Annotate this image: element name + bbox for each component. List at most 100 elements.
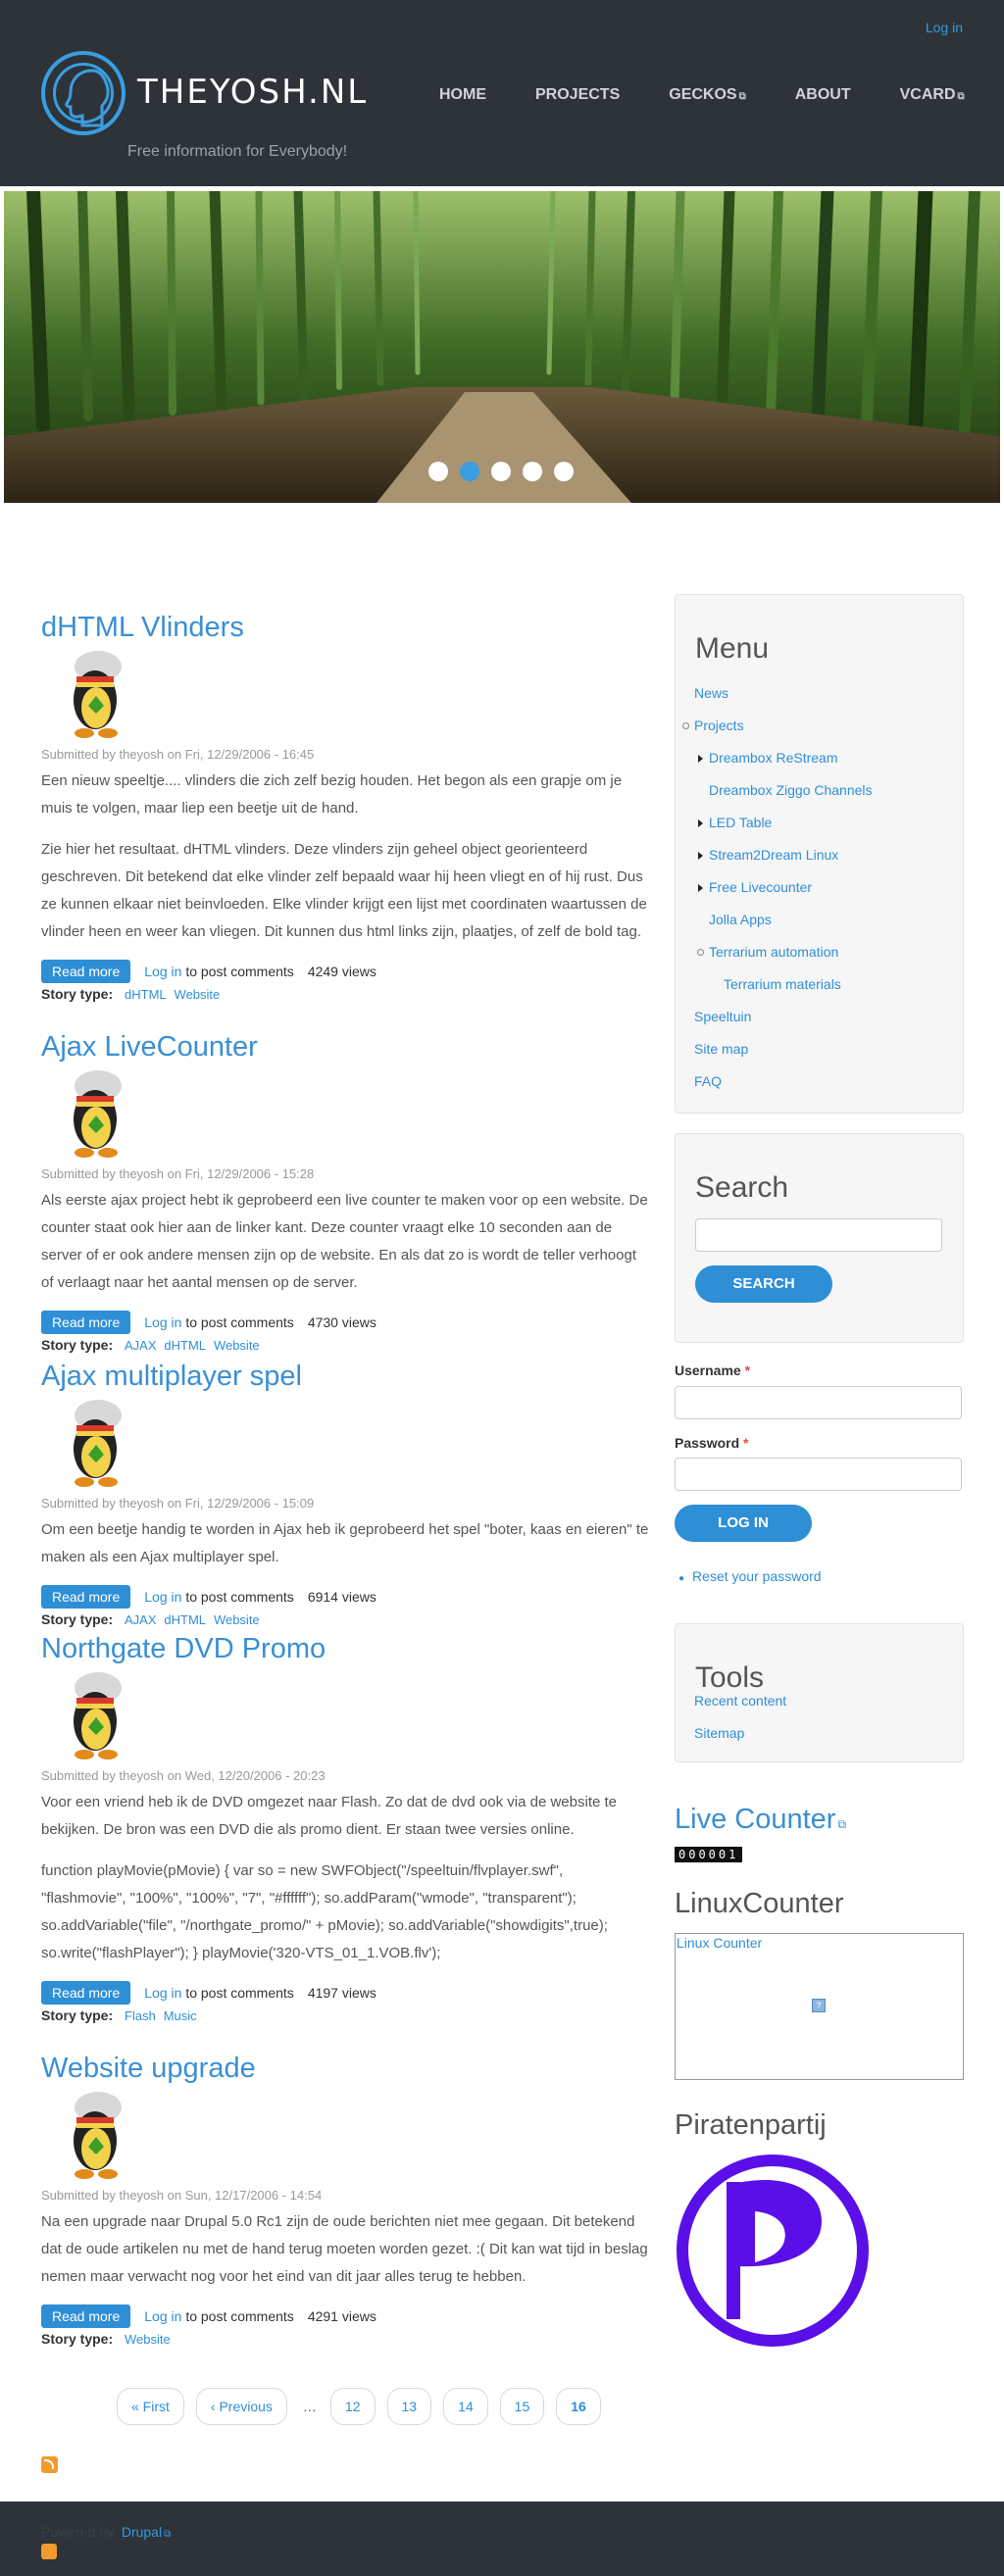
- menu-item-led-table[interactable]: LED Table: [697, 815, 772, 830]
- pager-page[interactable]: 12: [329, 2388, 376, 2425]
- view-count: 4730 views: [307, 1314, 376, 1330]
- nav-item-vcard[interactable]: VCARD ⧉: [900, 86, 965, 104]
- pager-first[interactable]: « First: [117, 2388, 184, 2425]
- nav-item-about[interactable]: ABOUT: [795, 86, 851, 104]
- nav-item-home[interactable]: HOME: [439, 86, 486, 104]
- view-count: 6914 views: [307, 1589, 376, 1605]
- tag-link[interactable]: AJAX: [125, 1612, 157, 1627]
- rss-feed-icon[interactable]: [41, 2456, 58, 2473]
- tux-avatar-icon: [74, 651, 122, 738]
- search-input[interactable]: [695, 1218, 942, 1252]
- tag-link[interactable]: Website: [125, 2332, 171, 2347]
- broken-image-icon: ?: [812, 1999, 826, 2012]
- drupal-link[interactable]: Drupal: [122, 2524, 162, 2540]
- comments-text: to post comments: [185, 964, 294, 979]
- main-navigation: HOME PROJECTS GECKOS ⧉ ABOUT VCARD ⧉: [439, 86, 1004, 104]
- tools-title: Tools: [695, 1661, 765, 1694]
- story-type: Story type: Website: [41, 2331, 649, 2347]
- user-avatar: [51, 2090, 139, 2184]
- external-link-icon: ⧉: [957, 91, 965, 102]
- pager-previous[interactable]: ‹ Previous: [195, 2388, 287, 2425]
- story-type: Story type: dHTML Website: [41, 986, 649, 1002]
- tag-link[interactable]: dHTML: [164, 1612, 206, 1627]
- article-teaser: Website upgrade Submitted by theyosh on …: [41, 2049, 649, 2347]
- story-type-label: Story type:: [41, 2331, 114, 2347]
- login-to-comment-link[interactable]: Log in: [144, 2308, 181, 2324]
- menu-item-site-map[interactable]: Site map: [694, 1041, 748, 1057]
- search-button[interactable]: SEARCH: [695, 1265, 832, 1303]
- menu-item-terrarium-automation[interactable]: Terrarium automation: [696, 944, 838, 960]
- tag-link[interactable]: AJAX: [125, 1338, 157, 1353]
- head-silhouette-icon: [65, 69, 110, 127]
- tag-link[interactable]: Website: [214, 1612, 260, 1627]
- read-more-button[interactable]: Read more: [41, 960, 131, 983]
- user-avatar: [51, 1398, 139, 1492]
- password-field[interactable]: [675, 1458, 962, 1491]
- tag-link[interactable]: Website: [175, 987, 221, 1002]
- article-teaser: Ajax multiplayer spel Submitted by theyo…: [41, 1357, 649, 1627]
- slider-dot-2[interactable]: [460, 462, 479, 481]
- slider-dot-4[interactable]: [523, 462, 542, 481]
- nav-item-projects[interactable]: PROJECTS: [535, 86, 620, 104]
- article-teaser: Northgate DVD Promo Submitted by theyosh…: [41, 1629, 649, 2023]
- tag-link[interactable]: dHTML: [125, 987, 167, 1002]
- footer-rss-icon[interactable]: [41, 2544, 57, 2559]
- external-link-icon: ⧉: [837, 1817, 847, 1831]
- login-to-comment-link[interactable]: Log in: [144, 1985, 181, 2001]
- menu-item-free-livecounter[interactable]: Free Livecounter: [697, 879, 812, 895]
- menu-item-dreambox-ziggo[interactable]: Dreambox Ziggo Channels: [709, 782, 873, 798]
- tools-block: Tools Recent content Sitemap: [675, 1623, 964, 1762]
- article-title[interactable]: Website upgrade: [41, 2049, 649, 2088]
- article-paragraph: Om een beetje handig te worden in Ajax h…: [41, 1521, 649, 1565]
- menu-item-dreambox-restream[interactable]: Dreambox ReStream: [698, 750, 838, 766]
- linuxcounter-frame: Linux Counter ?: [675, 1933, 964, 2080]
- bullet-icon: ●: [678, 1573, 685, 1584]
- read-more-button[interactable]: Read more: [41, 1585, 131, 1609]
- comments-text: to post comments: [185, 1985, 294, 2001]
- pirate-party-logo[interactable]: [675, 2153, 871, 2349]
- article-links: Read more Log in to post comments 4249 v…: [41, 960, 649, 983]
- login-button[interactable]: LOG IN: [675, 1505, 812, 1542]
- username-field[interactable]: [675, 1386, 962, 1419]
- tag-link[interactable]: dHTML: [164, 1338, 206, 1353]
- slider-dot-5[interactable]: [554, 462, 574, 481]
- login-to-comment-link[interactable]: Log in: [144, 1314, 181, 1330]
- menu-item-news[interactable]: News: [694, 685, 728, 701]
- tag-link[interactable]: Website: [214, 1338, 260, 1353]
- live-counter-title[interactable]: Live Counter ⧉: [675, 1804, 846, 1836]
- menu-item-terrarium-materials[interactable]: Terrarium materials: [724, 976, 841, 992]
- read-more-button[interactable]: Read more: [41, 1311, 131, 1334]
- menu-item-speeltuin[interactable]: Speeltuin: [694, 1009, 751, 1024]
- tag-link[interactable]: Flash: [125, 2008, 156, 2023]
- menu-item-stream2dream[interactable]: Stream2Dream Linux: [697, 847, 838, 863]
- login-to-comment-link[interactable]: Log in: [144, 1589, 181, 1605]
- slider-dot-3[interactable]: [491, 462, 511, 481]
- pager-page[interactable]: 13: [386, 2388, 432, 2425]
- site-logo[interactable]: [41, 51, 126, 135]
- article-links: Read more Log in to post comments 4197 v…: [41, 1981, 649, 2005]
- site-name[interactable]: THEYOSH.NL: [137, 73, 368, 112]
- tools-sitemap[interactable]: Sitemap: [694, 1725, 744, 1741]
- article-paragraph: Na een upgrade naar Drupal 5.0 Rc1 zijn …: [41, 2213, 648, 2285]
- article-title[interactable]: Ajax LiveCounter: [41, 1027, 649, 1066]
- reset-password-link[interactable]: Reset your password: [692, 1568, 822, 1584]
- login-link[interactable]: Log in: [926, 20, 963, 35]
- search-block: Search SEARCH: [675, 1133, 964, 1343]
- menu-item-projects[interactable]: Projects: [682, 718, 744, 733]
- menu-item-faq[interactable]: FAQ: [694, 1073, 722, 1089]
- read-more-button[interactable]: Read more: [41, 1981, 131, 2005]
- tools-recent-content[interactable]: Recent content: [694, 1693, 786, 1709]
- read-more-button[interactable]: Read more: [41, 2304, 131, 2328]
- image-slider[interactable]: [4, 191, 1000, 503]
- article-title[interactable]: Northgate DVD Promo: [41, 1629, 649, 1668]
- tag-link[interactable]: Music: [164, 2008, 197, 2023]
- slider-dot-1[interactable]: [428, 462, 448, 481]
- linuxcounter-link[interactable]: Linux Counter: [677, 1935, 762, 1951]
- pager-page[interactable]: 14: [443, 2388, 488, 2425]
- login-to-comment-link[interactable]: Log in: [144, 964, 181, 979]
- menu-item-jolla-apps[interactable]: Jolla Apps: [709, 912, 772, 927]
- pager-page[interactable]: 15: [499, 2388, 545, 2425]
- article-title[interactable]: Ajax multiplayer spel: [41, 1357, 649, 1396]
- article-title[interactable]: dHTML Vlinders: [41, 608, 649, 647]
- nav-item-geckos[interactable]: GECKOS ⧉: [669, 86, 745, 104]
